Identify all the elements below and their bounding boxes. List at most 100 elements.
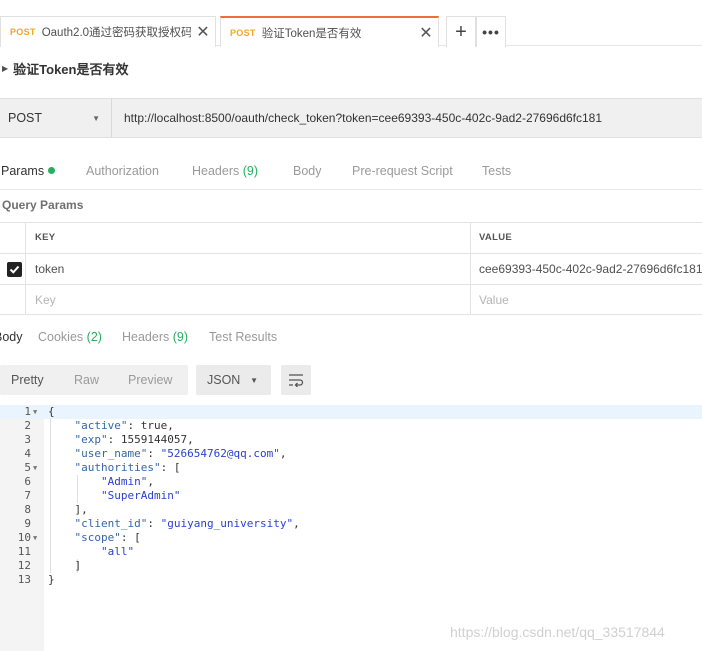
expand-triangle-icon[interactable]: ▶ [2,64,8,73]
format-value: JSON [207,373,241,387]
row-checkbox-cell [0,285,26,315]
chevron-down-icon: ▼ [250,375,258,385]
new-tab-button[interactable]: + [446,16,476,47]
code-line: 1 ▼ { [0,405,702,419]
code-line: 7 "SuperAdmin" [0,489,702,503]
tab-response-body[interactable]: Body [0,322,23,352]
code-line: 12 ] [0,559,702,573]
code-line: 8 ], [0,503,702,517]
param-key-input[interactable]: token [26,254,471,284]
response-toolbar: Pretty Raw Preview JSON ▼ [0,364,702,396]
line-number: 2 [24,419,31,432]
fold-toggle-icon[interactable]: ▼ [33,461,43,475]
tab-cookies[interactable]: Cookies (2) [38,322,102,352]
param-value-input[interactable]: cee69393-450c-402c-9ad2-27696d6fc181 [471,254,702,284]
divider [0,189,702,190]
code-line: 2 "active": true, [0,419,702,433]
method-value: POST [8,111,43,125]
fold-toggle-icon[interactable]: ▼ [33,531,43,545]
request-title-row[interactable]: ▶ 验证Token是否有效 [0,54,128,82]
tab-headers[interactable]: Headers (9) [192,156,258,186]
line-number: 5 [24,461,31,474]
request-title: 验证Token是否有效 [13,61,129,77]
cookies-count: (2) [86,330,102,344]
code-text: "client_id": "guiyang_university", [74,517,300,530]
tab-response-headers[interactable]: Headers (9) [122,322,188,352]
check-icon [9,265,20,274]
new-key-input[interactable]: Key [26,285,471,315]
url-bar: POST ▼ http://localhost:8500/oauth/check… [0,98,702,138]
tab-authorization[interactable]: Authorization [86,156,159,186]
table-header-row: KEY VALUE [0,222,702,253]
response-headers-count: (9) [172,330,189,344]
headers-count: (9) [242,164,259,178]
code-line: 6 "Admin", [0,475,702,489]
tab-cookies-label: Cookies [38,330,84,344]
request-tab-active[interactable]: POST 验证Token是否有效 ✕ [220,16,439,47]
tab-method-label: POST [10,27,36,37]
line-number: 7 [24,489,31,502]
close-icon[interactable]: ✕ [191,22,215,42]
code-text: "scope": [ [74,531,141,544]
code-text: "user_name": "526654762@qq.com", [74,447,287,460]
preview-button[interactable]: Preview [128,365,172,395]
table-row: token cee69393-450c-402c-9ad2-27696d6fc1… [0,253,702,284]
code-text: "all" [100,545,135,558]
table-row-empty: Key Value [0,284,702,315]
line-number: 11 [17,545,31,558]
code-text: "Admin", [100,475,154,488]
tab-headers-label: Headers [192,164,240,178]
code-line: 11 "all" [0,545,702,559]
tab-params-label: Params [1,164,45,178]
pretty-button[interactable]: Pretty [11,365,44,395]
request-tab-bar: POST Oauth2.0通过密码获取授权码 ✕ POST 验证Token是否有… [0,0,702,47]
wrap-lines-button[interactable] [281,365,311,395]
code-line: 13} [0,573,702,587]
tab-test-results[interactable]: Test Results [209,322,277,352]
tab-params[interactable]: Params [1,156,56,186]
wrap-lines-icon [289,374,304,387]
fold-toggle-icon[interactable]: ▼ [33,405,43,419]
code-text: "exp": 1559144057, [74,433,194,446]
line-number: 9 [24,517,31,530]
active-dot-icon [48,167,56,174]
url-input[interactable]: http://localhost:8500/oauth/check_token?… [124,99,602,137]
line-number: 4 [24,447,31,460]
format-select[interactable]: JSON ▼ [196,365,271,395]
watermark-text: https://blog.csdn.net/qq_33517844 [450,624,665,640]
code-line: 4 "user_name": "526654762@qq.com", [0,447,702,461]
code-line: 9 "client_id": "guiyang_university", [0,517,702,531]
code-text: { [48,405,55,418]
line-number: 8 [24,503,31,516]
key-column-header: KEY [26,223,471,253]
new-value-input[interactable]: Value [471,285,702,315]
request-section-tabs: Params Authorization Headers (9) Body Pr… [0,156,702,186]
query-params-label: Query Params [2,198,84,212]
line-number: 3 [24,433,31,446]
tab-method-label: POST [230,27,256,38]
method-select[interactable]: POST ▼ [0,99,112,137]
more-tabs-button[interactable]: ••• [476,16,506,47]
header-checkbox-cell [0,223,26,253]
code-text: "authorities": [ [74,461,181,474]
tab-body[interactable]: Body [293,156,322,186]
code-line: 3 "exp": 1559144057, [0,433,702,447]
row-checkbox-cell [0,254,26,284]
code-text: "active": true, [74,419,174,432]
code-text: } [48,573,55,586]
line-number: 6 [24,475,31,488]
line-number: 13 [17,573,31,586]
tab-prerequest-script[interactable]: Pre-request Script [352,156,453,186]
tab-tests[interactable]: Tests [482,156,511,186]
value-column-header: VALUE [479,232,512,243]
tab-name: 验证Token是否有效 [261,27,362,40]
param-enabled-checkbox[interactable] [7,262,22,277]
request-tab[interactable]: POST Oauth2.0通过密码获取授权码 ✕ [0,16,216,47]
view-mode-group: Pretty Raw Preview [0,365,188,395]
raw-button[interactable]: Raw [74,365,99,395]
line-number: 12 [17,559,31,572]
code-line: 5 ▼ "authorities": [ [0,461,702,475]
close-icon[interactable]: ✕ [414,23,438,43]
response-body-editor[interactable]: 1 ▼{2 "active": true, 3 "exp": 1559144057,… [0,405,702,651]
tab-name: Oauth2.0通过密码获取授权码 [41,27,191,39]
